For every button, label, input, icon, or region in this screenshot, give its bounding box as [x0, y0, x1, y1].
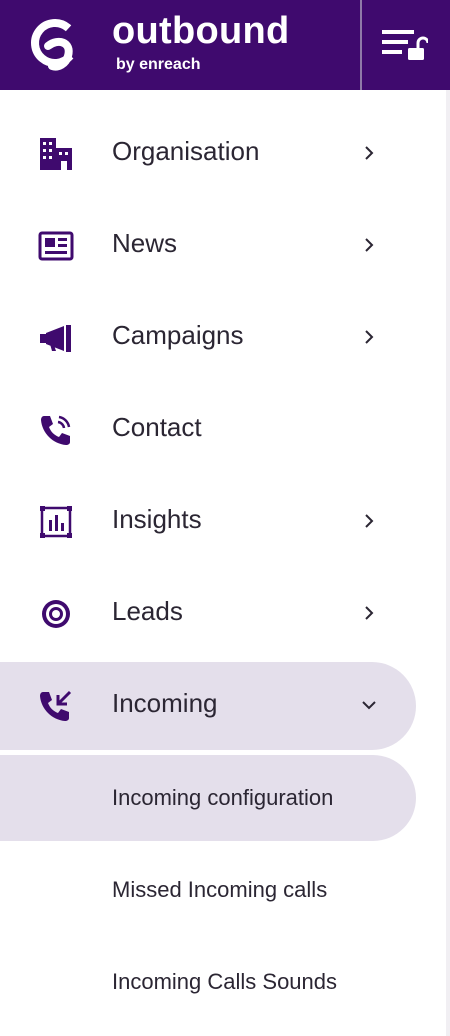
outbound-logo-icon	[31, 19, 79, 71]
app-header: outbound by enreach	[0, 0, 450, 90]
menu-lock-toggle-button[interactable]	[368, 10, 442, 80]
phone-ringing-icon	[41, 415, 71, 445]
chevron-right-icon	[365, 606, 374, 620]
submenu-item-label: Incoming Calls Sounds	[112, 969, 338, 994]
brand-subtitle: by enreach	[116, 56, 201, 73]
chevron-down-icon	[362, 701, 376, 710]
header-divider	[360, 0, 362, 90]
sidebar-item-label: Leads	[112, 596, 183, 626]
newspaper-icon	[38, 231, 74, 261]
submenu-item-incoming-configuration[interactable]: Incoming configuration	[0, 755, 416, 841]
menu-unlock-icon	[382, 30, 428, 60]
sidebar-item-insights[interactable]: Insights	[0, 478, 416, 566]
sidebar-item-news[interactable]: News	[0, 202, 416, 290]
sidebar-item-leads[interactable]: Leads	[0, 570, 416, 658]
sidebar-item-organisation[interactable]: Organisation	[0, 110, 416, 198]
sidebar-border	[446, 90, 450, 1036]
sidebar-item-label: Organisation	[112, 136, 260, 166]
sidebar-item-label: Insights	[112, 504, 202, 534]
sidebar-item-incoming[interactable]: Incoming	[0, 662, 416, 750]
chevron-right-icon	[365, 514, 374, 528]
target-icon	[42, 600, 70, 628]
sidebar-item-contact[interactable]: Contact	[0, 386, 416, 474]
chart-icon	[40, 506, 72, 538]
submenu-item-label: Incoming configuration	[112, 785, 334, 810]
sidebar-item-label: News	[112, 228, 178, 258]
sidebar-item-label: Incoming	[112, 688, 218, 718]
chevron-right-icon	[365, 238, 374, 252]
submenu-item-label: Missed Incoming calls	[112, 877, 328, 902]
chevron-right-icon	[365, 330, 374, 344]
sidebar-item-campaigns[interactable]: Campaigns	[0, 294, 416, 382]
sidebar-item-label: Contact	[112, 412, 202, 442]
chevron-right-icon	[365, 146, 374, 160]
brand-name: outbound	[112, 10, 290, 52]
submenu-item-incoming-calls-sounds[interactable]: Incoming Calls Sounds	[0, 939, 416, 1025]
sidebar-item-label: Campaigns	[112, 320, 244, 350]
incoming-call-icon	[40, 690, 72, 721]
submenu-item-missed-incoming-calls[interactable]: Missed Incoming calls	[0, 847, 416, 933]
megaphone-icon	[40, 325, 71, 352]
building-icon	[40, 138, 72, 170]
